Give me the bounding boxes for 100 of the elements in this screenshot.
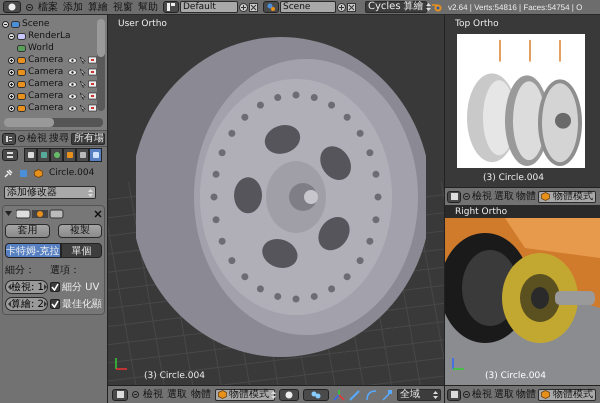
menu-item[interactable]: 添加 xyxy=(63,0,83,14)
expand-toggle[interactable] xyxy=(8,104,15,112)
increment-arrow-icon[interactable] xyxy=(44,284,47,290)
outliner-item[interactable]: Scene xyxy=(22,19,60,29)
render-icon[interactable] xyxy=(88,56,97,64)
scrollbar-thumb[interactable] xyxy=(4,118,54,127)
editor-type-button[interactable] xyxy=(2,132,16,144)
collapse-icon[interactable] xyxy=(26,4,33,10)
render-icon[interactable] xyxy=(88,104,97,112)
menu-item[interactable]: 檢視 xyxy=(143,388,163,401)
modifier-icons-drawing[interactable] xyxy=(16,209,64,219)
expand-toggle[interactable] xyxy=(8,80,15,88)
menu-item[interactable]: 物體 xyxy=(191,388,211,401)
menu-item[interactable]: 物體 xyxy=(516,388,536,401)
menu-item[interactable]: 選取 xyxy=(494,190,514,203)
list-icon xyxy=(5,134,13,142)
collapse-icon[interactable] xyxy=(132,391,139,398)
menu-item[interactable]: 搜尋 xyxy=(49,132,69,145)
modifiers-tab[interactable] xyxy=(89,148,102,162)
render-icon[interactable] xyxy=(88,92,97,100)
subdivision-type-tab[interactable]: 卡特姆-克拉 xyxy=(5,243,61,258)
menu-item[interactable]: 算繪 xyxy=(88,0,108,14)
add-icon[interactable] xyxy=(337,2,346,12)
eye-icon[interactable] xyxy=(68,56,77,64)
scene-field[interactable]: Scene xyxy=(280,1,336,13)
menu-item[interactable]: 視窗 xyxy=(113,0,133,14)
add-icon[interactable] xyxy=(239,2,248,12)
render-icon[interactable] xyxy=(88,68,97,76)
info-icon xyxy=(8,3,16,11)
mode-dropdown[interactable]: 物體模式 xyxy=(538,190,596,202)
collapse-icon[interactable] xyxy=(463,391,470,398)
eye-icon[interactable] xyxy=(68,92,77,100)
screen-layout-button[interactable] xyxy=(163,1,179,13)
view-levels-field[interactable]: 檢視: 1 xyxy=(5,280,48,294)
decrement-arrow-icon[interactable] xyxy=(8,284,11,290)
eye-icon[interactable] xyxy=(68,104,77,112)
view-type-button[interactable] xyxy=(447,190,461,202)
mode-dropdown[interactable]: 物體模式 xyxy=(538,388,596,400)
view-type-button[interactable] xyxy=(112,388,128,400)
checkbox[interactable] xyxy=(50,299,60,309)
mode-dropdown[interactable]: 物體模式 xyxy=(215,388,275,400)
copy-button[interactable]: 複製 xyxy=(58,224,102,238)
outliner-item[interactable]: Camera xyxy=(28,67,66,77)
menu-item[interactable]: 選取 xyxy=(494,388,514,401)
viewport-title: User Ortho xyxy=(118,19,167,29)
outliner-item[interactable]: Camera xyxy=(28,91,66,101)
menu-item[interactable]: 檢視 xyxy=(472,388,492,401)
outliner-item[interactable]: Camera xyxy=(28,103,66,113)
shading-dropdown[interactable] xyxy=(279,388,299,400)
render-icon[interactable] xyxy=(88,80,97,88)
option-label: 細分 UV xyxy=(62,281,100,294)
collapse-arrow-icon[interactable] xyxy=(5,211,12,217)
menu-item[interactable]: 幫助 xyxy=(138,0,158,14)
decrement-arrow-icon[interactable] xyxy=(8,301,11,307)
render-tab[interactable] xyxy=(24,148,37,162)
scrollbar-thumb[interactable] xyxy=(97,19,105,57)
checkbox[interactable] xyxy=(50,282,60,292)
display-mode-dropdown[interactable]: 所有場 xyxy=(71,132,105,144)
object-tab[interactable] xyxy=(63,148,76,162)
world-tab[interactable] xyxy=(50,148,63,162)
eye-icon[interactable] xyxy=(68,68,77,76)
apply-button[interactable]: 套用 xyxy=(5,224,50,238)
editor-type-button[interactable] xyxy=(2,148,18,160)
info-button[interactable] xyxy=(3,1,21,13)
outliner-item[interactable]: Camera xyxy=(28,79,66,89)
outliner-item[interactable]: World xyxy=(28,43,66,53)
menu-item[interactable]: 物體 xyxy=(516,190,536,203)
layout-icon xyxy=(167,3,175,11)
menu-item[interactable]: 檔案 xyxy=(38,0,58,14)
scene-tab[interactable] xyxy=(37,148,50,162)
expand-toggle[interactable] xyxy=(8,92,15,100)
render-levels-field[interactable]: 算繪: 2 xyxy=(5,297,48,311)
subdivision-type-tab[interactable]: 單個 xyxy=(60,243,102,258)
expand-toggle[interactable] xyxy=(8,68,15,76)
menu-item[interactable]: 檢視 xyxy=(472,190,492,203)
expand-toggle[interactable] xyxy=(8,56,15,64)
collapse-icon[interactable] xyxy=(18,135,25,142)
constraints-tab[interactable] xyxy=(76,148,89,162)
close-icon[interactable] xyxy=(94,210,102,218)
outliner-item[interactable]: Camera xyxy=(28,55,66,65)
menu-item[interactable]: 選取 xyxy=(167,388,187,401)
close-icon[interactable] xyxy=(347,2,356,12)
vertical-scrollbar[interactable] xyxy=(97,19,105,111)
close-icon[interactable] xyxy=(249,2,258,12)
horizontal-scrollbar[interactable] xyxy=(4,118,103,127)
collapse-toggle[interactable] xyxy=(2,20,9,28)
eye-icon[interactable] xyxy=(68,80,77,88)
menu-item[interactable]: 檢視 xyxy=(27,132,47,145)
pin-icon[interactable] xyxy=(4,168,13,178)
view-type-button[interactable] xyxy=(447,388,461,400)
scene-button[interactable] xyxy=(263,1,279,13)
layout-field[interactable]: Default xyxy=(180,1,238,13)
blender-logo-icon xyxy=(432,2,443,12)
collapse-toggle[interactable] xyxy=(8,32,15,40)
collapse-icon[interactable] xyxy=(463,193,470,200)
up-down-arrows-icon xyxy=(426,3,431,11)
pivot-dropdown[interactable] xyxy=(303,388,329,400)
increment-arrow-icon[interactable] xyxy=(44,301,47,307)
orientation-dropdown[interactable]: 全域 xyxy=(397,388,441,400)
add-modifier-dropdown[interactable]: 添加修改器 xyxy=(4,186,96,199)
